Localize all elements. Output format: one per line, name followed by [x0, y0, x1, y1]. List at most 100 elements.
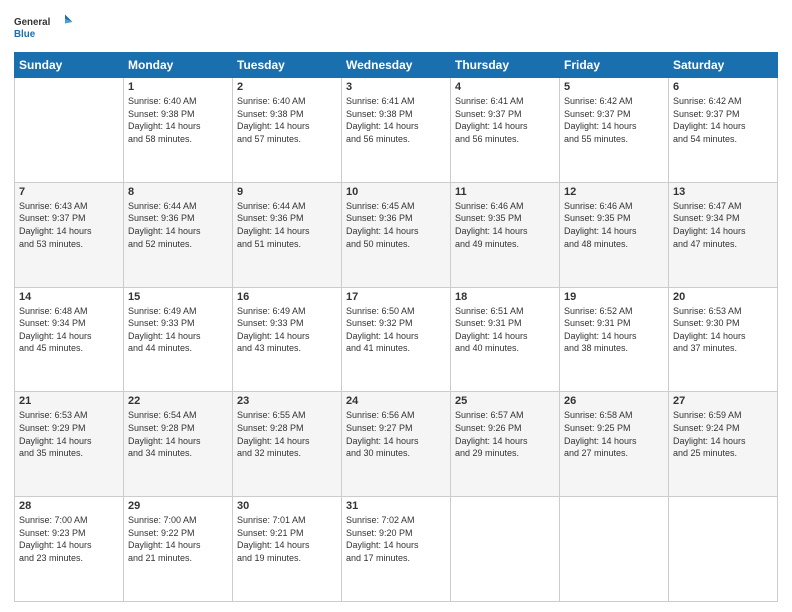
day-header-tuesday: Tuesday: [233, 53, 342, 78]
day-info: Sunrise: 6:44 AM Sunset: 9:36 PM Dayligh…: [237, 200, 337, 250]
day-number: 9: [237, 186, 337, 198]
day-cell: 10 Sunrise: 6:45 AM Sunset: 9:36 PM Dayli…: [342, 182, 451, 287]
day-info: Sunrise: 6:48 AM Sunset: 9:34 PM Dayligh…: [19, 305, 119, 355]
day-cell: 26 Sunrise: 6:58 AM Sunset: 9:25 PM Dayli…: [560, 392, 669, 497]
day-number: 23: [237, 395, 337, 407]
day-header-sunday: Sunday: [15, 53, 124, 78]
day-info: Sunrise: 6:40 AM Sunset: 9:38 PM Dayligh…: [237, 95, 337, 145]
day-cell: [451, 497, 560, 602]
day-cell: 14 Sunrise: 6:48 AM Sunset: 9:34 PM Dayli…: [15, 287, 124, 392]
day-info: Sunrise: 7:02 AM Sunset: 9:20 PM Dayligh…: [346, 514, 446, 564]
day-cell: 8Sunrise: 6:44 AM Sunset: 9:36 PM Daylig…: [124, 182, 233, 287]
day-info: Sunrise: 6:45 AM Sunset: 9:36 PM Dayligh…: [346, 200, 446, 250]
day-info: Sunrise: 7:00 AM Sunset: 9:23 PM Dayligh…: [19, 514, 119, 564]
day-info: Sunrise: 6:56 AM Sunset: 9:27 PM Dayligh…: [346, 409, 446, 459]
day-number: 11: [455, 186, 555, 198]
day-number: 18: [455, 291, 555, 303]
day-number: 4: [455, 81, 555, 93]
day-number: 8: [128, 186, 228, 198]
day-cell: 24 Sunrise: 6:56 AM Sunset: 9:27 PM Dayli…: [342, 392, 451, 497]
day-info: Sunrise: 6:52 AM Sunset: 9:31 PM Dayligh…: [564, 305, 664, 355]
day-cell: 30Sunrise: 7:01 AM Sunset: 9:21 PM Dayli…: [233, 497, 342, 602]
week-row-3: 14 Sunrise: 6:48 AM Sunset: 9:34 PM Dayli…: [15, 287, 778, 392]
day-cell: [669, 497, 778, 602]
day-number: 31: [346, 500, 446, 512]
day-cell: 13 Sunrise: 6:47 AM Sunset: 9:34 PM Dayli…: [669, 182, 778, 287]
day-number: 14: [19, 291, 119, 303]
day-number: 7: [19, 186, 119, 198]
day-cell: 20 Sunrise: 6:53 AM Sunset: 9:30 PM Dayli…: [669, 287, 778, 392]
day-info: Sunrise: 7:01 AM Sunset: 9:21 PM Dayligh…: [237, 514, 337, 564]
svg-text:General: General: [14, 17, 51, 28]
day-cell: 9 Sunrise: 6:44 AM Sunset: 9:36 PM Daylig…: [233, 182, 342, 287]
day-info: Sunrise: 7:00 AM Sunset: 9:22 PM Dayligh…: [128, 514, 228, 564]
day-cell: 31 Sunrise: 7:02 AM Sunset: 9:20 PM Dayli…: [342, 497, 451, 602]
logo: General Blue: [14, 10, 74, 46]
day-number: 22: [128, 395, 228, 407]
week-row-1: 1Sunrise: 6:40 AM Sunset: 9:38 PM Daylig…: [15, 78, 778, 183]
day-cell: [15, 78, 124, 183]
day-cell: 1Sunrise: 6:40 AM Sunset: 9:38 PM Daylig…: [124, 78, 233, 183]
day-number: 13: [673, 186, 773, 198]
day-cell: 23 Sunrise: 6:55 AM Sunset: 9:28 PM Dayli…: [233, 392, 342, 497]
day-cell: 18 Sunrise: 6:51 AM Sunset: 9:31 PM Dayli…: [451, 287, 560, 392]
day-number: 25: [455, 395, 555, 407]
day-info: Sunrise: 6:46 AM Sunset: 9:35 PM Dayligh…: [564, 200, 664, 250]
day-cell: 6 Sunrise: 6:42 AM Sunset: 9:37 PM Daylig…: [669, 78, 778, 183]
day-cell: [560, 497, 669, 602]
day-info: Sunrise: 6:40 AM Sunset: 9:38 PM Dayligh…: [128, 95, 228, 145]
day-cell: 25 Sunrise: 6:57 AM Sunset: 9:26 PM Dayli…: [451, 392, 560, 497]
logo-svg: General Blue: [14, 10, 74, 46]
calendar-table: SundayMondayTuesdayWednesdayThursdayFrid…: [14, 52, 778, 602]
day-number: 2: [237, 81, 337, 93]
day-cell: 5Sunrise: 6:42 AM Sunset: 9:37 PM Daylig…: [560, 78, 669, 183]
day-info: Sunrise: 6:43 AM Sunset: 9:37 PM Dayligh…: [19, 200, 119, 250]
day-info: Sunrise: 6:54 AM Sunset: 9:28 PM Dayligh…: [128, 409, 228, 459]
day-cell: 3 Sunrise: 6:41 AM Sunset: 9:38 PM Daylig…: [342, 78, 451, 183]
day-header-saturday: Saturday: [669, 53, 778, 78]
day-info: Sunrise: 6:49 AM Sunset: 9:33 PM Dayligh…: [237, 305, 337, 355]
day-number: 12: [564, 186, 664, 198]
day-cell: 17Sunrise: 6:50 AM Sunset: 9:32 PM Dayli…: [342, 287, 451, 392]
day-info: Sunrise: 6:58 AM Sunset: 9:25 PM Dayligh…: [564, 409, 664, 459]
page: General Blue SundayMondayTuesdayWednesda…: [0, 0, 792, 612]
day-number: 10: [346, 186, 446, 198]
day-number: 21: [19, 395, 119, 407]
day-cell: 4 Sunrise: 6:41 AM Sunset: 9:37 PM Daylig…: [451, 78, 560, 183]
day-cell: 29Sunrise: 7:00 AM Sunset: 9:22 PM Dayli…: [124, 497, 233, 602]
day-number: 6: [673, 81, 773, 93]
day-info: Sunrise: 6:55 AM Sunset: 9:28 PM Dayligh…: [237, 409, 337, 459]
day-cell: 12 Sunrise: 6:46 AM Sunset: 9:35 PM Dayli…: [560, 182, 669, 287]
calendar-header: SundayMondayTuesdayWednesdayThursdayFrid…: [15, 53, 778, 78]
day-number: 16: [237, 291, 337, 303]
day-info: Sunrise: 6:41 AM Sunset: 9:38 PM Dayligh…: [346, 95, 446, 145]
day-cell: 7 Sunrise: 6:43 AM Sunset: 9:37 PM Daylig…: [15, 182, 124, 287]
day-info: Sunrise: 6:50 AM Sunset: 9:32 PM Dayligh…: [346, 305, 446, 355]
day-number: 27: [673, 395, 773, 407]
day-info: Sunrise: 6:42 AM Sunset: 9:37 PM Dayligh…: [673, 95, 773, 145]
day-header-friday: Friday: [560, 53, 669, 78]
day-cell: 21Sunrise: 6:53 AM Sunset: 9:29 PM Dayli…: [15, 392, 124, 497]
week-row-2: 7 Sunrise: 6:43 AM Sunset: 9:37 PM Daylig…: [15, 182, 778, 287]
day-info: Sunrise: 6:46 AM Sunset: 9:35 PM Dayligh…: [455, 200, 555, 250]
day-number: 20: [673, 291, 773, 303]
day-number: 24: [346, 395, 446, 407]
day-info: Sunrise: 6:53 AM Sunset: 9:30 PM Dayligh…: [673, 305, 773, 355]
day-number: 15: [128, 291, 228, 303]
day-header-wednesday: Wednesday: [342, 53, 451, 78]
day-info: Sunrise: 6:47 AM Sunset: 9:34 PM Dayligh…: [673, 200, 773, 250]
day-number: 19: [564, 291, 664, 303]
week-row-5: 28 Sunrise: 7:00 AM Sunset: 9:23 PM Dayli…: [15, 497, 778, 602]
day-number: 26: [564, 395, 664, 407]
day-info: Sunrise: 6:57 AM Sunset: 9:26 PM Dayligh…: [455, 409, 555, 459]
day-cell: 15 Sunrise: 6:49 AM Sunset: 9:33 PM Dayli…: [124, 287, 233, 392]
day-info: Sunrise: 6:49 AM Sunset: 9:33 PM Dayligh…: [128, 305, 228, 355]
day-number: 28: [19, 500, 119, 512]
day-header-thursday: Thursday: [451, 53, 560, 78]
day-number: 3: [346, 81, 446, 93]
day-cell: 11 Sunrise: 6:46 AM Sunset: 9:35 PM Dayli…: [451, 182, 560, 287]
day-cell: 28 Sunrise: 7:00 AM Sunset: 9:23 PM Dayli…: [15, 497, 124, 602]
day-info: Sunrise: 6:51 AM Sunset: 9:31 PM Dayligh…: [455, 305, 555, 355]
svg-text:Blue: Blue: [14, 29, 36, 40]
day-info: Sunrise: 6:41 AM Sunset: 9:37 PM Dayligh…: [455, 95, 555, 145]
